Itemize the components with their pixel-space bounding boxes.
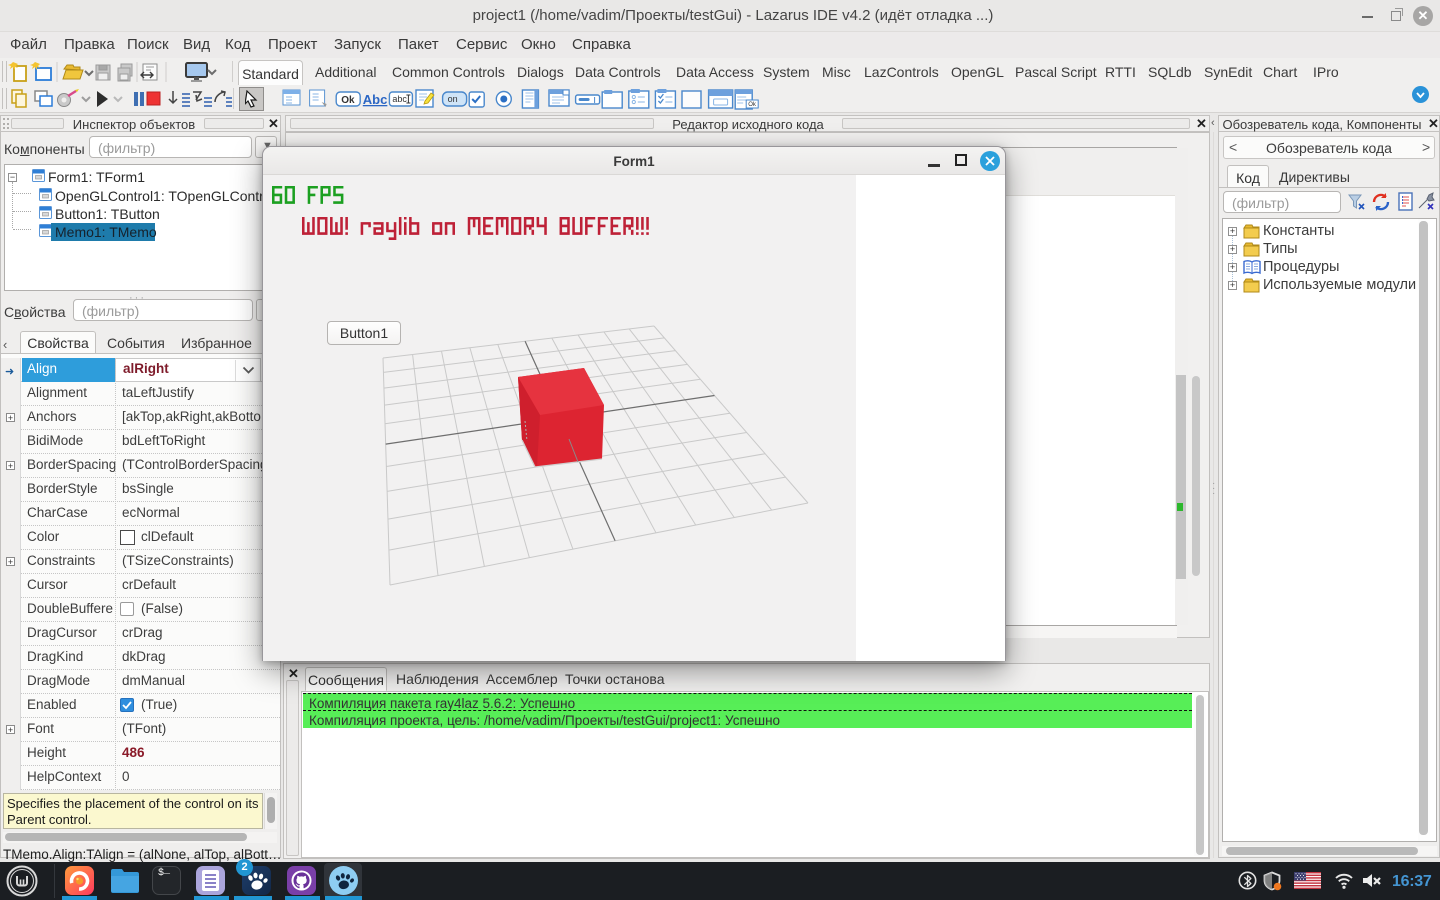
- svg-text:on: on: [448, 94, 458, 104]
- svg-text:abc: abc: [392, 94, 407, 104]
- svg-text:Abc: Abc: [363, 92, 388, 107]
- svg-text:Ok: Ok: [341, 95, 355, 106]
- svg-text:Ok: Ok: [748, 102, 757, 108]
